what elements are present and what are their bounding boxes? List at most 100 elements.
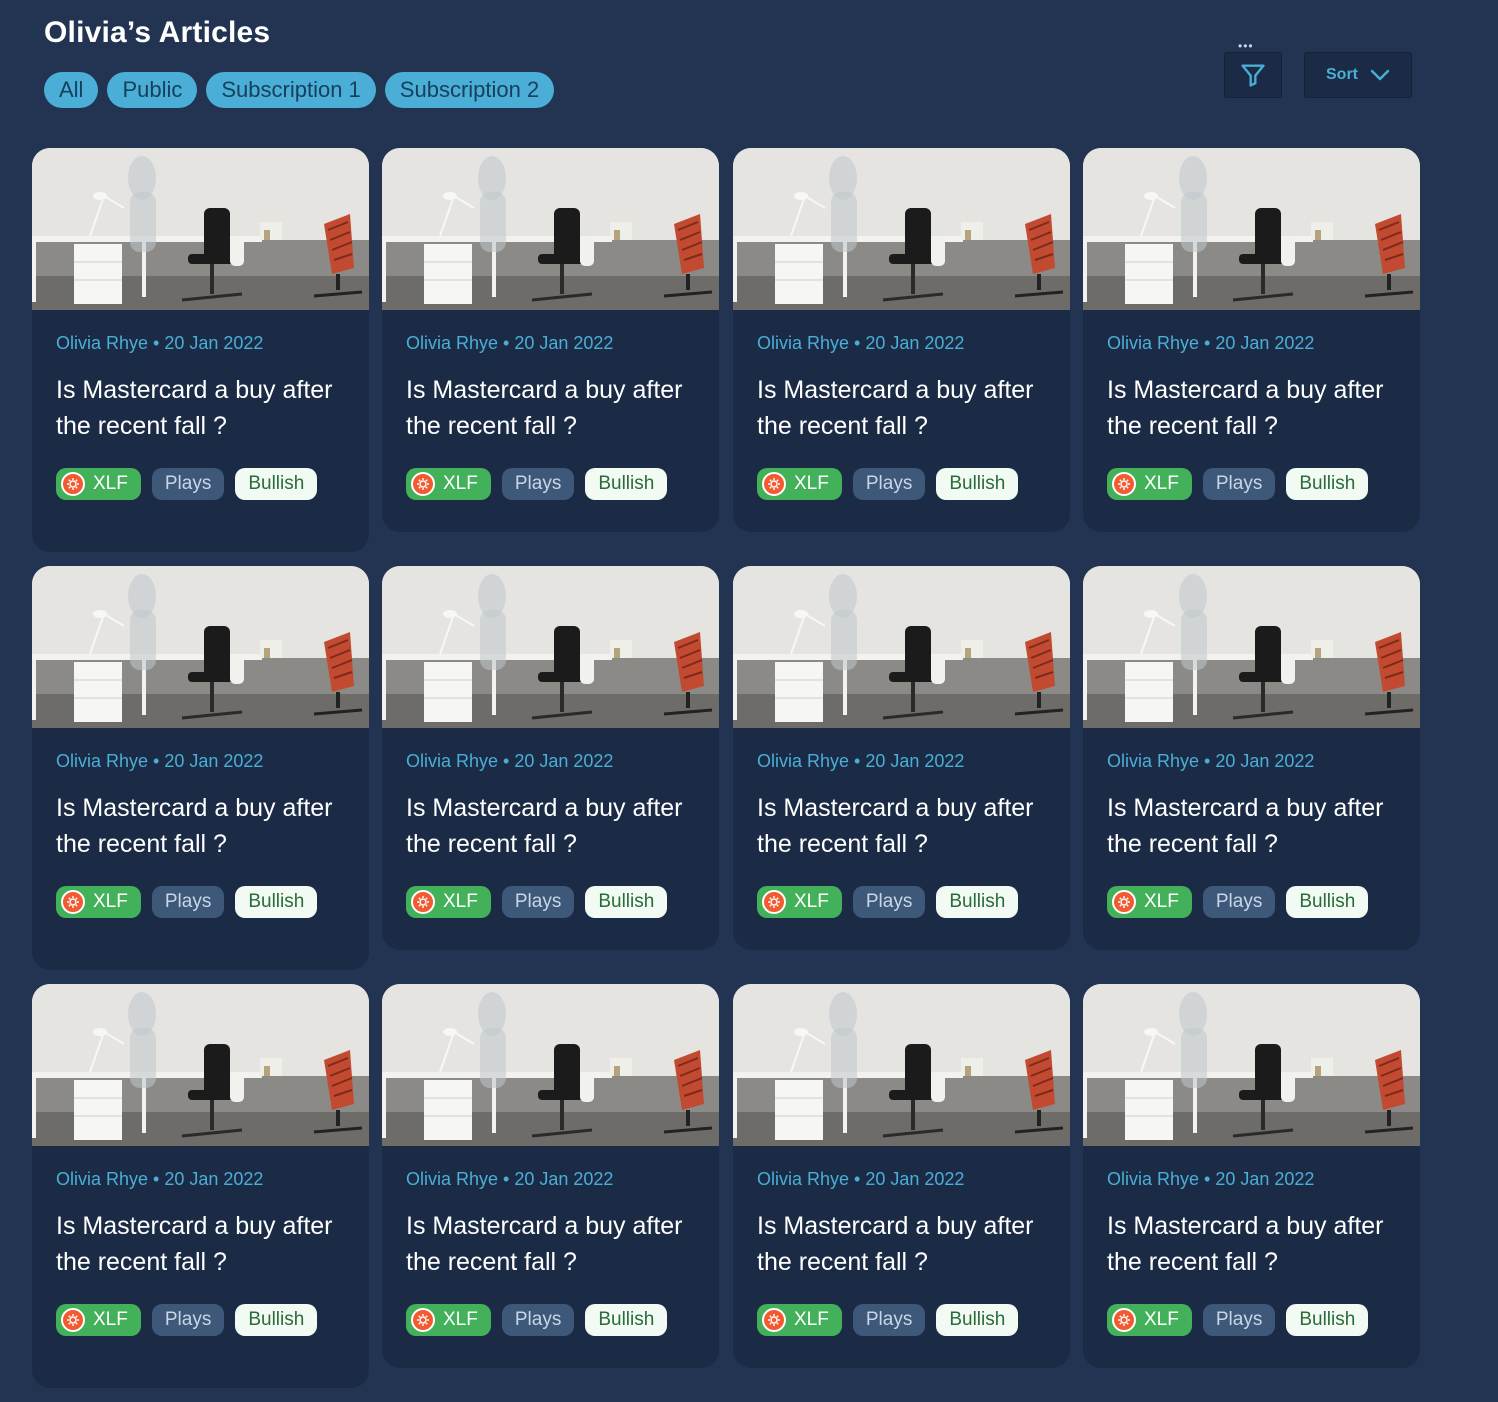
article-tags: XLF Plays Bullish <box>757 886 1046 918</box>
tag-xlf-label: XLF <box>93 473 128 494</box>
article-title[interactable]: Is Mastercard a buy after the recent fal… <box>1107 1208 1397 1280</box>
tag-plays[interactable]: Plays <box>1202 1304 1276 1336</box>
article-title[interactable]: Is Mastercard a buy after the recent fal… <box>406 790 696 862</box>
tag-bullish[interactable]: Bullish <box>585 468 668 500</box>
sort-button[interactable]: Sort <box>1304 52 1412 98</box>
tag-xlf[interactable]: XLF <box>757 886 842 918</box>
article-card[interactable]: Olivia Rhye • 20 Jan 2022 Is Mastercard … <box>382 566 719 950</box>
article-tags: XLF Plays Bullish <box>56 1304 345 1336</box>
article-tags: XLF Plays Bullish <box>56 468 345 500</box>
article-title[interactable]: Is Mastercard a buy after the recent fal… <box>1107 790 1397 862</box>
xlf-logo-icon <box>762 890 786 914</box>
article-image <box>382 566 719 728</box>
tag-xlf[interactable]: XLF <box>1107 1304 1192 1336</box>
article-meta: Olivia Rhye • 20 Jan 2022 <box>1107 1169 1315 1189</box>
article-card[interactable]: Olivia Rhye • 20 Jan 2022 Is Mastercard … <box>382 148 719 532</box>
article-image <box>1083 984 1420 1146</box>
tag-xlf[interactable]: XLF <box>56 468 141 500</box>
tag-xlf[interactable]: XLF <box>406 1304 491 1336</box>
tag-xlf[interactable]: XLF <box>757 1304 842 1336</box>
tag-plays[interactable]: Plays <box>501 1304 575 1336</box>
tag-xlf[interactable]: XLF <box>757 468 842 500</box>
tag-bullish[interactable]: Bullish <box>235 468 318 500</box>
article-meta: Olivia Rhye • 20 Jan 2022 <box>757 751 965 771</box>
tag-plays[interactable]: Plays <box>501 468 575 500</box>
tag-bullish[interactable]: Bullish <box>235 1304 318 1336</box>
tag-bullish[interactable]: Bullish <box>585 886 668 918</box>
article-card[interactable]: Olivia Rhye • 20 Jan 2022 Is Mastercard … <box>32 566 369 970</box>
article-tags: XLF Plays Bullish <box>406 468 695 500</box>
article-image <box>382 148 719 310</box>
tag-xlf[interactable]: XLF <box>56 1304 141 1336</box>
tag-bullish[interactable]: Bullish <box>1286 468 1369 500</box>
xlf-logo-icon <box>411 1308 435 1332</box>
article-image <box>32 148 369 310</box>
article-meta: Olivia Rhye • 20 Jan 2022 <box>1107 751 1315 771</box>
article-meta: Olivia Rhye • 20 Jan 2022 <box>757 333 965 353</box>
article-image <box>32 984 369 1146</box>
tag-xlf-label: XLF <box>443 891 478 912</box>
tag-plays[interactable]: Plays <box>852 886 926 918</box>
tag-bullish[interactable]: Bullish <box>235 886 318 918</box>
tab-subscription-1[interactable]: Subscription 1 <box>206 72 376 108</box>
article-title[interactable]: Is Mastercard a buy after the recent fal… <box>56 790 346 862</box>
article-image <box>32 566 369 728</box>
tab-subscription-2[interactable]: Subscription 2 <box>384 72 555 108</box>
tag-xlf-label: XLF <box>1144 1309 1179 1330</box>
xlf-logo-icon <box>61 890 85 914</box>
tag-xlf[interactable]: XLF <box>406 886 491 918</box>
tag-plays[interactable]: Plays <box>1202 886 1276 918</box>
tag-bullish[interactable]: Bullish <box>936 1304 1019 1336</box>
xlf-logo-icon <box>411 472 435 496</box>
filter-button[interactable] <box>1224 52 1282 98</box>
article-meta: Olivia Rhye • 20 Jan 2022 <box>406 751 614 771</box>
article-card[interactable]: Olivia Rhye • 20 Jan 2022 Is Mastercard … <box>1083 984 1420 1368</box>
tag-xlf-label: XLF <box>1144 473 1179 494</box>
tag-plays[interactable]: Plays <box>852 1304 926 1336</box>
xlf-logo-icon <box>762 1308 786 1332</box>
page-title: Olivia’s Articles <box>44 16 271 49</box>
article-card[interactable]: Olivia Rhye • 20 Jan 2022 Is Mastercard … <box>733 566 1070 950</box>
article-title[interactable]: Is Mastercard a buy after the recent fal… <box>1107 372 1397 444</box>
article-card[interactable]: Olivia Rhye • 20 Jan 2022 Is Mastercard … <box>1083 148 1420 532</box>
tag-plays[interactable]: Plays <box>501 886 575 918</box>
tab-public[interactable]: Public <box>107 72 198 108</box>
article-image <box>382 984 719 1146</box>
tag-plays[interactable]: Plays <box>151 886 225 918</box>
sort-label: Sort <box>1326 66 1358 83</box>
article-tags: XLF Plays Bullish <box>1107 886 1396 918</box>
article-title[interactable]: Is Mastercard a buy after the recent fal… <box>406 372 696 444</box>
tag-xlf[interactable]: XLF <box>56 886 141 918</box>
tag-plays[interactable]: Plays <box>151 468 225 500</box>
tag-xlf-label: XLF <box>443 473 478 494</box>
article-meta: Olivia Rhye • 20 Jan 2022 <box>56 751 264 771</box>
article-tags: XLF Plays Bullish <box>406 1304 695 1336</box>
article-card[interactable]: Olivia Rhye • 20 Jan 2022 Is Mastercard … <box>733 984 1070 1368</box>
article-title[interactable]: Is Mastercard a buy after the recent fal… <box>56 1208 346 1280</box>
tag-xlf[interactable]: XLF <box>1107 886 1192 918</box>
article-card[interactable]: Olivia Rhye • 20 Jan 2022 Is Mastercard … <box>1083 566 1420 950</box>
tag-xlf[interactable]: XLF <box>406 468 491 500</box>
tag-plays[interactable]: Plays <box>151 1304 225 1336</box>
article-title[interactable]: Is Mastercard a buy after the recent fal… <box>757 372 1047 444</box>
article-title[interactable]: Is Mastercard a buy after the recent fal… <box>56 372 346 444</box>
tab-all[interactable]: All <box>44 72 99 108</box>
tag-bullish[interactable]: Bullish <box>1286 1304 1369 1336</box>
tag-plays[interactable]: Plays <box>1202 468 1276 500</box>
article-title[interactable]: Is Mastercard a buy after the recent fal… <box>757 1208 1047 1280</box>
xlf-logo-icon <box>1112 1308 1136 1332</box>
tag-xlf[interactable]: XLF <box>1107 468 1192 500</box>
article-title[interactable]: Is Mastercard a buy after the recent fal… <box>406 1208 696 1280</box>
article-card[interactable]: Olivia Rhye • 20 Jan 2022 Is Mastercard … <box>733 148 1070 532</box>
article-card[interactable]: Olivia Rhye • 20 Jan 2022 Is Mastercard … <box>382 984 719 1368</box>
article-meta: Olivia Rhye • 20 Jan 2022 <box>406 1169 614 1189</box>
tag-bullish[interactable]: Bullish <box>936 886 1019 918</box>
article-card[interactable]: Olivia Rhye • 20 Jan 2022 Is Mastercard … <box>32 984 369 1388</box>
article-tags: XLF Plays Bullish <box>56 886 345 918</box>
article-card[interactable]: Olivia Rhye • 20 Jan 2022 Is Mastercard … <box>32 148 369 552</box>
tag-bullish[interactable]: Bullish <box>585 1304 668 1336</box>
article-title[interactable]: Is Mastercard a buy after the recent fal… <box>757 790 1047 862</box>
tag-bullish[interactable]: Bullish <box>1286 886 1369 918</box>
tag-bullish[interactable]: Bullish <box>936 468 1019 500</box>
tag-plays[interactable]: Plays <box>852 468 926 500</box>
